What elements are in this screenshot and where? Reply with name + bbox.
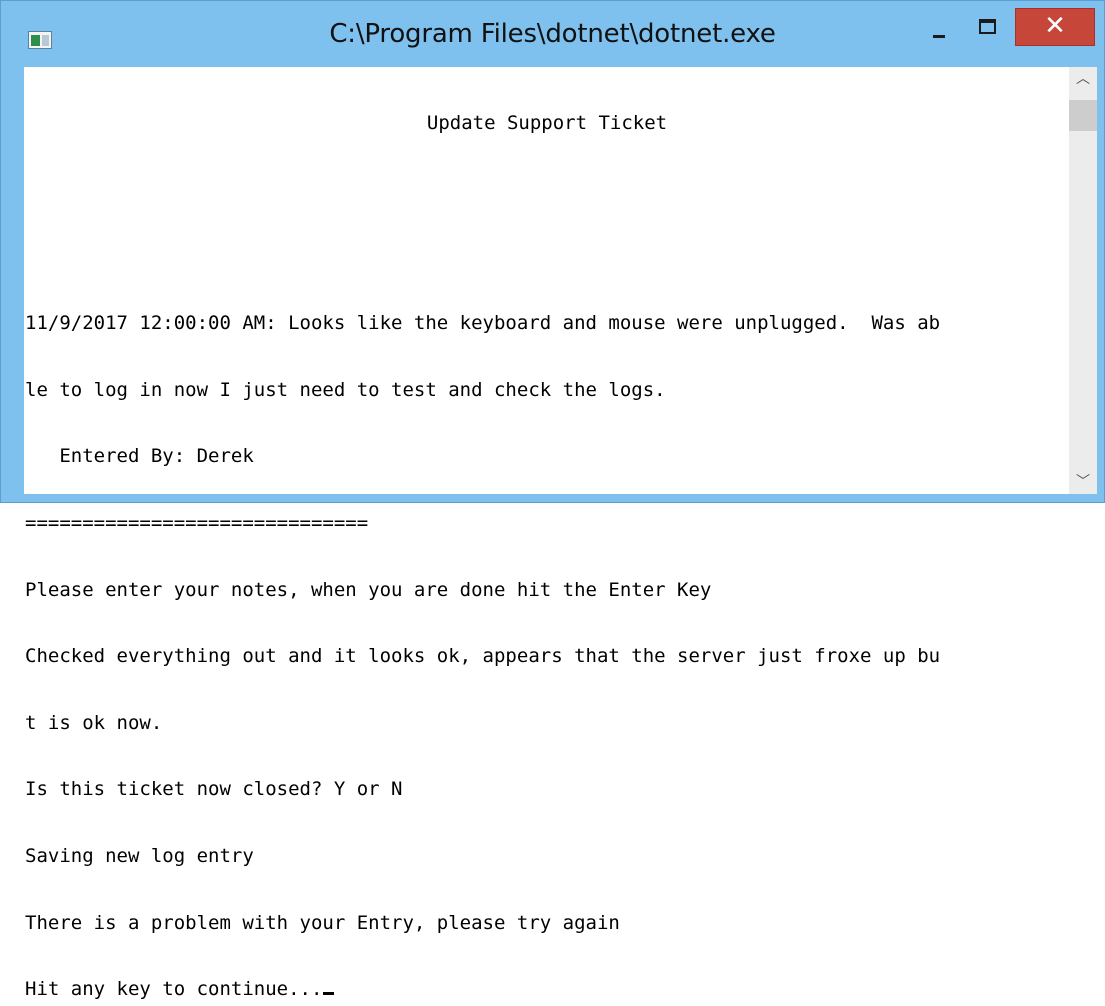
chevron-down-icon[interactable]: ﹀ bbox=[1069, 470, 1097, 494]
vertical-scrollbar[interactable]: ︿ ﹀ bbox=[1069, 67, 1097, 494]
console-window: C:\Program Files\dotnet\dotnet.exe ✕ Upd… bbox=[0, 0, 1105, 1000]
close-button[interactable]: ✕ bbox=[1015, 8, 1095, 46]
text-cursor bbox=[323, 992, 335, 996]
console-line: Checked everything out and it looks ok, … bbox=[25, 645, 941, 668]
console-prompt: Hit any key to continue... bbox=[25, 978, 323, 1001]
console-output-area[interactable]: Update Support Ticket 11/9/2017 12:00:00… bbox=[24, 67, 1069, 1000]
console-line: Saving new log entry bbox=[25, 844, 254, 867]
console-line: Entered By: Derek bbox=[25, 445, 254, 468]
console-line: 11/9/2017 12:00:00 AM: Looks like the ke… bbox=[25, 312, 941, 335]
console-line: le to log in now I just need to test and… bbox=[25, 378, 666, 401]
maximize-button[interactable] bbox=[963, 9, 1011, 49]
console-line: t is ok now. bbox=[25, 711, 163, 734]
console-line: Is this ticket now closed? Y or N bbox=[25, 778, 403, 801]
console-heading: Update Support Ticket bbox=[426, 112, 668, 135]
console-line: Please enter your notes, when you are do… bbox=[25, 578, 712, 601]
chevron-up-icon[interactable]: ︿ bbox=[1069, 67, 1097, 91]
console-text: Update Support Ticket 11/9/2017 12:00:00… bbox=[25, 68, 1069, 1000]
scroll-thumb[interactable] bbox=[1069, 100, 1097, 131]
console-line: There is a problem with your Entry, plea… bbox=[25, 911, 620, 934]
window-bottom-border bbox=[24, 494, 1097, 498]
close-icon: ✕ bbox=[1044, 11, 1066, 41]
console-separator: ============================== bbox=[25, 511, 369, 534]
console-prompt-line: Hit any key to continue... bbox=[25, 978, 1069, 1000]
minimize-button[interactable] bbox=[915, 9, 963, 49]
title-bar[interactable]: C:\Program Files\dotnet\dotnet.exe ✕ bbox=[1, 1, 1104, 67]
